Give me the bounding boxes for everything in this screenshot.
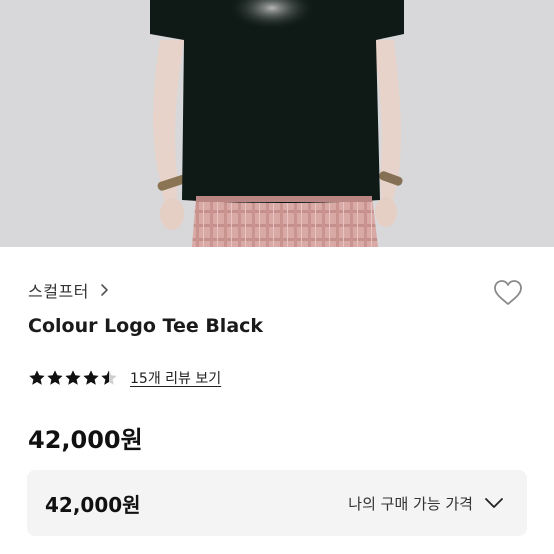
star-full-icon bbox=[29, 370, 45, 385]
my-price-toggle[interactable]: 나의 구매 가능 가격 bbox=[348, 492, 505, 514]
purchase-price-panel: 42,000원 나의 구매 가능 가격 bbox=[27, 470, 527, 536]
star-full-icon bbox=[65, 370, 81, 385]
chevron-right-icon bbox=[101, 284, 108, 296]
product-photo bbox=[0, 0, 554, 247]
star-half-icon bbox=[101, 370, 117, 385]
star-full-icon bbox=[47, 370, 63, 385]
panel-price: 42,000원 bbox=[45, 493, 141, 517]
reviews-link[interactable]: 15개 리뷰 보기 bbox=[130, 368, 221, 388]
star-full-icon bbox=[83, 370, 99, 385]
product-image bbox=[0, 0, 554, 247]
chevron-down-icon bbox=[485, 498, 503, 508]
my-price-label: 나의 구매 가능 가격 bbox=[348, 494, 473, 513]
brand-link[interactable]: 스컬프터 bbox=[28, 278, 113, 302]
star-rating bbox=[28, 369, 118, 387]
product-price: 42,000원 bbox=[28, 426, 143, 454]
wishlist-heart-icon[interactable] bbox=[492, 277, 524, 309]
rating-row: 15개 리뷰 보기 bbox=[28, 368, 221, 388]
brand-name: 스컬프터 bbox=[28, 282, 89, 301]
product-title: Colour Logo Tee Black bbox=[28, 315, 264, 337]
